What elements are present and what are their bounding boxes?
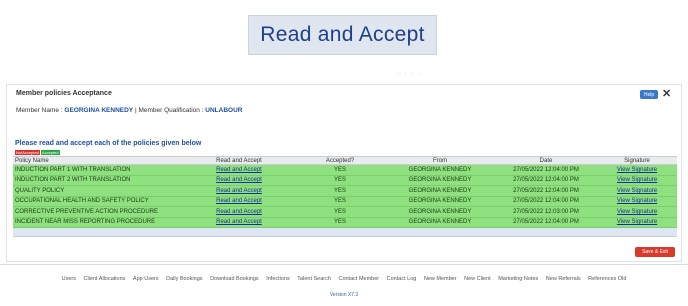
footer-link-new-client[interactable]: New Client [464,276,491,282]
accepted-value: YES [333,177,346,184]
help-button[interactable]: Help [640,90,658,99]
col-date: Date [539,157,553,164]
table-row: INDUCTION PART 2 WITH TRANSLATION Read a… [13,175,677,186]
read-accept-link[interactable]: Read and Accept [216,188,262,194]
view-signature-link[interactable]: View Signature [617,188,657,194]
accepted-value: YES [333,187,346,194]
footer-link-client-allocations[interactable]: Client Allocations [84,276,126,282]
from-value: GEORGINA KENNEDY [408,187,472,194]
view-signature-link[interactable]: View Signature [617,209,657,215]
col-accepted: Accepted? [325,157,355,164]
footer-link-new-referrals[interactable]: New Referrals [546,276,581,282]
from-value: GEORGINA KENNEDY [408,177,472,184]
footer-link-new-member[interactable]: New Member [424,276,457,282]
footer-divider [0,264,688,265]
date-value: 27/05/2022 12:04:00 PM [513,187,579,194]
close-icon[interactable]: ✕ [662,87,671,100]
col-from: From [433,157,447,164]
from-value: GEORGINA KENNEDY [408,208,472,215]
member-info: Member Name : GEORGINA KENNEDY | Member … [16,107,243,114]
instructions-text: Please read and accept each of the polic… [15,140,202,147]
version-label: Version X7.3 [329,292,359,298]
accepted-value: YES [333,198,346,205]
read-accept-link[interactable]: Read and Accept [216,209,262,215]
footer-link-contact-member[interactable]: Contact Member [338,276,379,282]
footer-link-talent-search[interactable]: Talent Search [297,276,331,282]
save-and-exit-button[interactable]: Save & Exit [635,247,675,257]
policy-name: INDUCTION PART 1 WITH TRANSLATION [15,166,131,173]
table-header: Policy Name Read and Accept Accepted? Fr… [13,156,677,165]
footer-link-contact-log[interactable]: Contact Log [387,276,417,282]
date-value: 27/05/2022 12:04:00 PM [513,219,579,226]
status-legend: NotAccepted Accepted [15,150,60,155]
policy-name: QUALITY POLICY [15,187,65,194]
policy-name: OCCUPATIONAL HEALTH AND SAFETY POLICY [15,198,149,205]
table-row: OCCUPATIONAL HEALTH AND SAFETY POLICY Re… [13,196,677,207]
view-signature-link[interactable]: View Signature [617,198,657,204]
from-value: GEORGINA KENNEDY [408,219,472,226]
view-signature-link[interactable]: View Signature [617,177,657,183]
footer-link-daily-bookings[interactable]: Daily Bookings [166,276,202,282]
table-row: INCIDENT NEAR MISS REPORTING PROCEDURE R… [13,217,677,228]
policy-name: INDUCTION PART 2 WITH TRANSLATION [15,177,131,184]
footer-link-app-users[interactable]: App Users [133,276,159,282]
date-value: 27/05/2022 12:04:00 PM [513,166,579,173]
table-row: CORRECTIVE PREVENTIVE ACTION PROCEDURE R… [13,207,677,218]
read-accept-link[interactable]: Read and Accept [216,177,262,183]
policies-table: Policy Name Read and Accept Accepted? Fr… [13,156,677,237]
accepted-value: YES [333,166,346,173]
footer-link-marketing-notes[interactable]: Marketing Notes [498,276,538,282]
member-qualification: UNLABOUR [205,107,243,114]
table-row: INDUCTION PART 1 WITH TRANSLATION Read a… [13,165,677,176]
date-value: 27/05/2022 12:04:00 PM [513,198,579,205]
member-name: GEORGINA KENNEDY [64,107,134,114]
policy-name: CORRECTIVE PREVENTIVE ACTION PROCEDURE [15,208,159,215]
footer-link-users[interactable]: Users [62,276,76,282]
qualification-label: | Member Qualification : [133,107,206,114]
footer-link-references-old[interactable]: References Old [588,276,626,282]
from-value: GEORGINA KENNEDY [408,198,472,205]
policies-dialog: Member policies Acceptance Help ✕ Member… [6,84,682,262]
footer-link-download-bookings[interactable]: Download Bookings [210,276,259,282]
date-value: 27/05/2022 12:04:00 PM [513,177,579,184]
view-signature-link[interactable]: View Signature [617,167,657,173]
col-policy-name: Policy Name [15,157,49,164]
table-row: QUALITY POLICY Read and Accept YES GEORG… [13,186,677,197]
footer-link-infections[interactable]: Infections [266,276,290,282]
view-signature-link[interactable]: View Signature [617,219,657,225]
read-accept-link[interactable]: Read and Accept [216,167,262,173]
policy-name: INCIDENT NEAR MISS REPORTING PROCEDURE [15,219,156,226]
read-and-accept-banner[interactable]: Read and Accept [248,15,437,55]
faint-text: ' ' ' ' [398,74,422,80]
accepted-value: YES [333,208,346,215]
col-read-accept: Read and Accept [216,157,262,164]
read-accept-link[interactable]: Read and Accept [216,219,262,225]
footer-nav: Users Client Allocations App Users Daily… [0,276,688,282]
table-footer [13,228,677,237]
legend-accepted: Accepted [40,150,60,155]
member-name-label: Member Name : [16,107,65,114]
dialog-title: Member policies Acceptance [16,90,112,97]
read-accept-link[interactable]: Read and Accept [216,198,262,204]
legend-not-accepted: NotAccepted [15,150,40,155]
date-value: 27/05/2022 12:03:00 PM [513,208,579,215]
col-signature: Signature [624,157,650,164]
accepted-value: YES [333,219,346,226]
from-value: GEORGINA KENNEDY [408,166,472,173]
